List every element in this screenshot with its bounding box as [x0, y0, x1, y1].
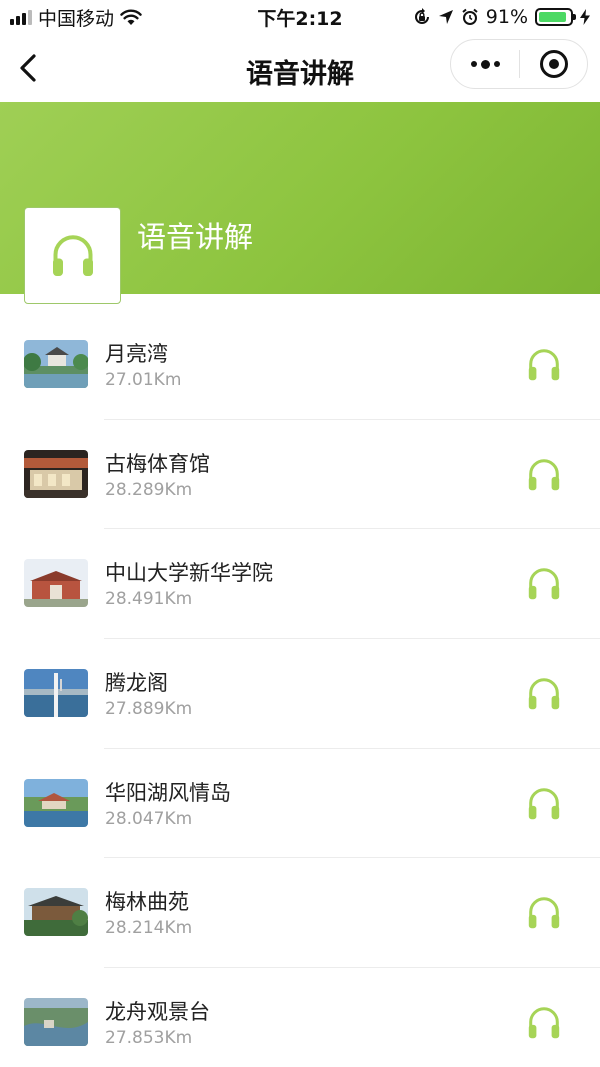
list-item[interactable]: 月亮湾 27.01Km: [0, 310, 600, 420]
item-distance: 28.289Km: [105, 479, 193, 500]
mini-program-capsule: [450, 39, 588, 89]
play-audio-button[interactable]: [524, 784, 564, 824]
headphones-icon: [528, 787, 560, 819]
item-name: 龙舟观景台: [105, 1000, 210, 1025]
charging-icon: [580, 9, 590, 25]
headphones-icon: [528, 678, 560, 710]
battery-percent: 91%: [485, 6, 528, 28]
orientation-lock-icon: [414, 8, 429, 24]
item-distance: 28.491Km: [105, 589, 193, 610]
play-audio-button[interactable]: [524, 345, 564, 385]
headphones-icon: [528, 458, 560, 490]
item-name: 月亮湾: [105, 342, 168, 366]
item-distance: 27.01Km: [105, 370, 182, 390]
nav-bar: 语音讲解: [0, 34, 600, 102]
item-name: 腾龙阁: [105, 671, 168, 696]
list-item[interactable]: 华阳湖风情岛 28.047Km: [0, 749, 600, 859]
more-button[interactable]: [451, 40, 519, 88]
headphones-icon: [528, 897, 560, 929]
thumbnail-image: [24, 998, 88, 1047]
target-icon: [539, 50, 568, 78]
play-audio-button[interactable]: [524, 674, 564, 714]
list-item[interactable]: 梅林曲苑 28.214Km: [0, 858, 600, 969]
list-item[interactable]: 腾龙阁 27.889Km: [0, 639, 600, 749]
item-name: 古梅体育馆: [105, 451, 210, 476]
headphones-icon: [52, 234, 93, 276]
thumbnail-image: [24, 669, 88, 718]
thumbnail-image: [24, 888, 88, 937]
banner-icon-box: [24, 207, 121, 304]
status-right: 91%: [413, 5, 590, 29]
thumbnail-image: [24, 778, 88, 827]
battery-icon: [535, 8, 576, 26]
list-item[interactable]: 龙舟观景台 27.853Km: [0, 968, 600, 1067]
close-button[interactable]: [520, 40, 587, 88]
headphones-icon: [528, 1007, 560, 1039]
banner-title: 语音讲解: [137, 220, 254, 254]
play-audio-button[interactable]: [524, 455, 564, 495]
item-name: 华阳湖风情岛: [105, 780, 231, 805]
headphones-icon: [528, 568, 560, 600]
audio-guide-list: 月亮湾 27.01Km 古梅体育馆 28.289Km 中山大学新华学院 28.4…: [0, 310, 600, 1067]
item-name: 中山大学新华学院: [105, 561, 273, 586]
item-distance: 27.889Km: [105, 699, 193, 720]
play-audio-button[interactable]: [524, 564, 564, 604]
play-audio-button[interactable]: [524, 1003, 564, 1043]
item-distance: 27.853Km: [105, 1028, 193, 1049]
header-banner: 语音讲解: [0, 102, 600, 304]
list-item[interactable]: 古梅体育馆 28.289Km: [0, 420, 600, 530]
location-icon: [438, 10, 453, 24]
item-name: 梅林曲苑: [105, 890, 189, 915]
thumbnail-image: [24, 559, 88, 608]
thumbnail-image: [24, 449, 88, 498]
headphones-icon: [528, 349, 560, 381]
alarm-icon: [462, 8, 478, 25]
item-distance: 28.214Km: [105, 918, 193, 939]
item-distance: 28.047Km: [105, 808, 193, 829]
list-item[interactable]: 中山大学新华学院 28.491Km: [0, 529, 600, 640]
play-audio-button[interactable]: [524, 893, 564, 933]
thumbnail-image: [24, 340, 88, 388]
status-bar: 中国移动 下午2:12 91%: [0, 0, 600, 34]
